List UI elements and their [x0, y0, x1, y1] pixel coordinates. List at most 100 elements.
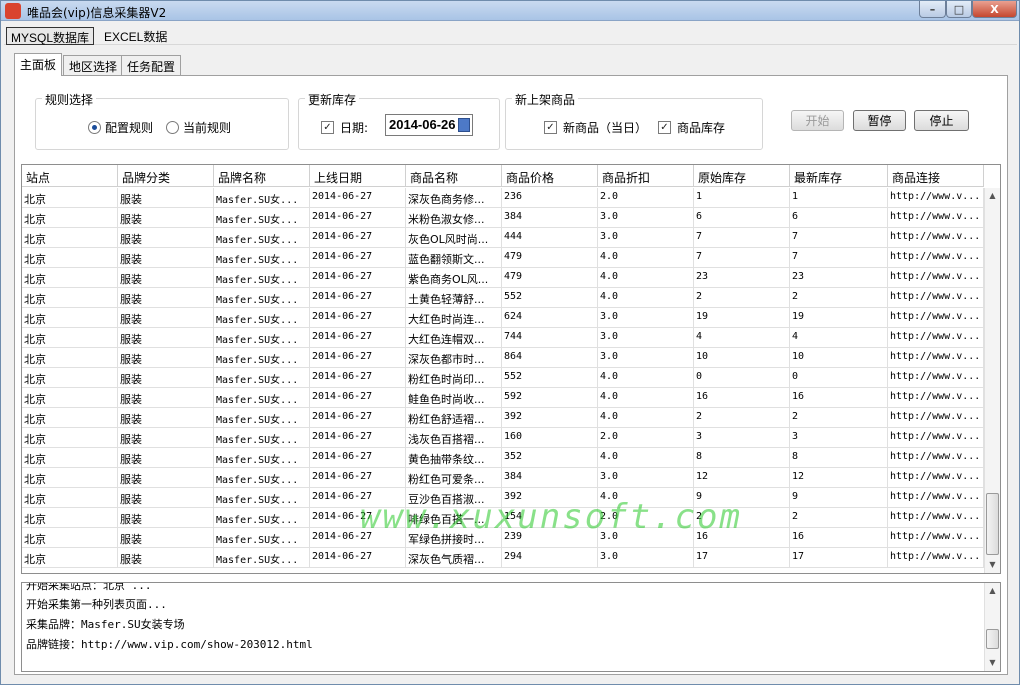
- checkbox-checked-icon[interactable]: ✓: [544, 121, 557, 134]
- table-cell: 2014-06-27: [310, 548, 406, 568]
- column-header[interactable]: 商品价格: [502, 165, 598, 187]
- products-table[interactable]: 站点 品牌分类 品牌名称 上线日期 商品名称 商品价格 商品折扣 原始库存 最新库存 商品连接 北…: [21, 164, 1001, 574]
- menu-excel-data[interactable]: EXCEL数据: [100, 27, 171, 45]
- date-label: 日期:: [340, 121, 369, 135]
- table-cell: 黄色抽带条纹...: [406, 448, 502, 468]
- table-row[interactable]: 北京 服装 Masfer.SU女... 2014-06-27 紫色商务OL风... 479…: [22, 268, 984, 288]
- date-picker-input[interactable]: 2014-06-26: [385, 114, 473, 136]
- table-cell: Masfer.SU女...: [214, 188, 310, 208]
- table-row[interactable]: 北京 服装 Masfer.SU女... 2014-06-27 粉红色时尚印... 552 4…: [22, 368, 984, 388]
- column-header[interactable]: 原始库存: [694, 165, 790, 187]
- scroll-thumb[interactable]: [986, 493, 999, 555]
- table-cell: 2014-06-27: [310, 248, 406, 268]
- menu-mysql-database[interactable]: MYSQL数据库: [6, 27, 95, 45]
- radio-config-rule[interactable]: 配置规则: [88, 119, 153, 136]
- column-header[interactable]: 品牌分类: [118, 165, 214, 187]
- maximize-button[interactable]: □: [946, 1, 972, 18]
- table-row[interactable]: 北京 服装 Masfer.SU女... 2014-06-27 大红色连帽双... 744 3…: [22, 328, 984, 348]
- column-header[interactable]: 最新库存: [790, 165, 888, 187]
- table-cell: http://www.v...: [888, 548, 984, 568]
- table-cell: 服装: [118, 508, 214, 528]
- log-scrollbar[interactable]: ▲ ▼: [984, 583, 1000, 671]
- column-header[interactable]: 站点: [22, 165, 118, 187]
- table-cell: 2014-06-27: [310, 448, 406, 468]
- tab-region-select[interactable]: 地区选择: [63, 55, 124, 75]
- scroll-up-icon[interactable]: ▲: [985, 583, 1000, 599]
- table-cell: 北京: [22, 308, 118, 328]
- table-row[interactable]: 北京 服装 Masfer.SU女... 2014-06-27 黄色抽带条纹... 352 4…: [22, 448, 984, 468]
- title-bar[interactable]: 唯品会(vip)信息采集器V2 – □ X: [1, 1, 1019, 21]
- radio-current-rule-label: 当前规则: [183, 121, 232, 135]
- tab-task-config[interactable]: 任务配置: [121, 55, 182, 75]
- table-row[interactable]: 北京 服装 Masfer.SU女... 2014-06-27 鲑鱼色时尚收... 592 4…: [22, 388, 984, 408]
- log-textarea[interactable]: 开始采集站点：北京 ... 开始采集第一种列表页面... 采集品牌：Masfer…: [21, 582, 1001, 672]
- radio-empty-icon[interactable]: [166, 121, 179, 134]
- calendar-icon[interactable]: [458, 118, 470, 132]
- table-row[interactable]: 北京 服装 Masfer.SU女... 2014-06-27 大红色时尚连... 624 3…: [22, 308, 984, 328]
- minimize-button[interactable]: –: [919, 1, 946, 18]
- checkbox-new-today[interactable]: ✓ 新商品（当日）: [544, 119, 647, 136]
- table-cell: 16: [694, 388, 790, 408]
- checkbox-product-stock-label: 商品库存: [677, 121, 726, 135]
- table-row[interactable]: 北京 服装 Masfer.SU女... 2014-06-27 粉红色舒适褶... 392 4…: [22, 408, 984, 428]
- table-cell: 8: [694, 448, 790, 468]
- scroll-up-icon[interactable]: ▲: [985, 188, 1000, 204]
- table-cell: 2014-06-27: [310, 308, 406, 328]
- table-row[interactable]: 北京 服装 Masfer.SU女... 2014-06-27 深灰色都市时... 864 3…: [22, 348, 984, 368]
- pause-button[interactable]: 暂停: [853, 110, 906, 131]
- stop-button[interactable]: 停止: [914, 110, 969, 131]
- table-cell: 4: [694, 328, 790, 348]
- table-cell: 479: [502, 268, 598, 288]
- table-row[interactable]: 北京 服装 Masfer.SU女... 2014-06-27 灰色OL风时尚... 444…: [22, 228, 984, 248]
- scroll-thumb[interactable]: [986, 629, 999, 649]
- table-cell: Masfer.SU女...: [214, 508, 310, 528]
- tab-main-panel[interactable]: 主面板: [14, 53, 63, 76]
- table-cell: 服装: [118, 448, 214, 468]
- table-cell: Masfer.SU女...: [214, 288, 310, 308]
- table-row[interactable]: 北京 服装 Masfer.SU女... 2014-06-27 米粉色淑女修... 384 3…: [22, 208, 984, 228]
- table-row[interactable]: 北京 服装 Masfer.SU女... 2014-06-27 深灰色商务修... 236 2…: [22, 188, 984, 208]
- table-scrollbar[interactable]: ▲ ▼: [984, 188, 1000, 573]
- table-cell: 0: [694, 368, 790, 388]
- column-header[interactable]: 品牌名称: [214, 165, 310, 187]
- new-group-label: 新上架商品: [512, 91, 579, 108]
- table-cell: 服装: [118, 428, 214, 448]
- column-header[interactable]: 商品名称: [406, 165, 502, 187]
- start-button[interactable]: 开始: [791, 110, 844, 131]
- table-cell: 16: [790, 528, 888, 548]
- checkbox-product-stock[interactable]: ✓ 商品库存: [658, 119, 725, 136]
- column-header[interactable]: 商品折扣: [598, 165, 694, 187]
- radio-selected-icon[interactable]: [88, 121, 101, 134]
- table-row[interactable]: 北京 服装 Masfer.SU女... 2014-06-27 粉红色可爱条... 384 3…: [22, 468, 984, 488]
- scroll-down-icon[interactable]: ▼: [985, 655, 1000, 671]
- table-cell: 444: [502, 228, 598, 248]
- checkbox-checked-icon[interactable]: ✓: [321, 121, 334, 134]
- table-cell: 2: [694, 408, 790, 428]
- table-row[interactable]: 北京 服装 Masfer.SU女... 2014-06-27 浅灰色百搭褶... 160 2…: [22, 428, 984, 448]
- date-value: 2014-06-26: [389, 117, 456, 132]
- table-cell: Masfer.SU女...: [214, 488, 310, 508]
- table-cell: 352: [502, 448, 598, 468]
- radio-current-rule[interactable]: 当前规则: [166, 119, 231, 136]
- table-cell: 2014-06-27: [310, 268, 406, 288]
- close-button[interactable]: X: [972, 1, 1017, 18]
- column-header[interactable]: 商品连接: [888, 165, 984, 187]
- table-cell: http://www.v...: [888, 208, 984, 228]
- table-cell: 服装: [118, 468, 214, 488]
- table-cell: 4.0: [598, 288, 694, 308]
- checkbox-checked-icon[interactable]: ✓: [658, 121, 671, 134]
- table-cell: 大红色连帽双...: [406, 328, 502, 348]
- table-cell: 0: [790, 368, 888, 388]
- table-row[interactable]: 北京 服装 Masfer.SU女... 2014-06-27 深灰色气质褶... 294 3…: [22, 548, 984, 568]
- table-cell: 2: [694, 288, 790, 308]
- column-header[interactable]: 上线日期: [310, 165, 406, 187]
- scroll-down-icon[interactable]: ▼: [985, 557, 1000, 573]
- table-cell: Masfer.SU女...: [214, 368, 310, 388]
- table-row[interactable]: 北京 服装 Masfer.SU女... 2014-06-27 土黄色轻薄舒... 552 4…: [22, 288, 984, 308]
- table-cell: 4.0: [598, 268, 694, 288]
- table-row[interactable]: 北京 服装 Masfer.SU女... 2014-06-27 蓝色翻领斯文... 479 4…: [22, 248, 984, 268]
- table-cell: http://www.v...: [888, 528, 984, 548]
- date-checkbox[interactable]: ✓ 日期:: [321, 119, 368, 136]
- table-cell: 3: [694, 428, 790, 448]
- table-cell: 鲑鱼色时尚收...: [406, 388, 502, 408]
